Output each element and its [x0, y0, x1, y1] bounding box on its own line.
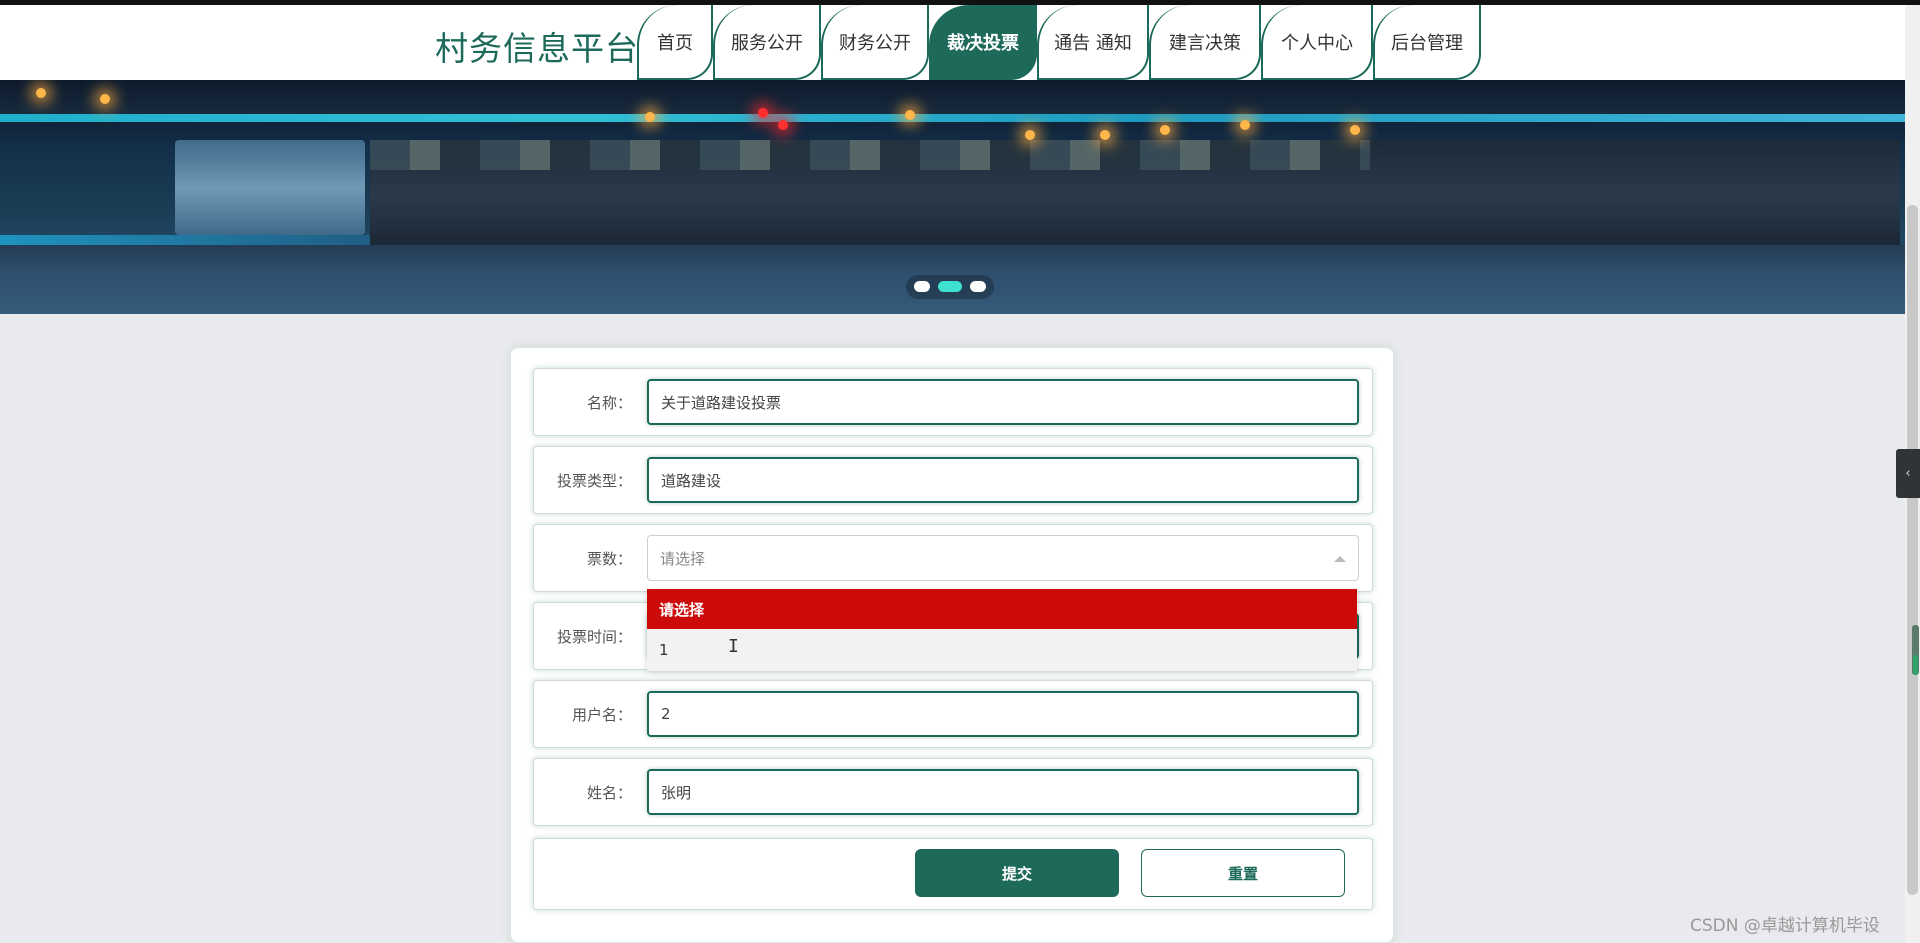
carousel-dot-3[interactable]: [970, 281, 986, 292]
vote-type-label: 投票类型：: [556, 471, 632, 490]
carousel-indicators: [906, 275, 994, 299]
caret-up-icon: [1334, 556, 1346, 562]
site-title: 村务信息平台: [435, 29, 639, 68]
vote-type-input[interactable]: 道路建设: [647, 457, 1359, 503]
votes-select-value: 请选择: [660, 549, 706, 568]
form-row-name: 名称： 关于道路建设投票: [533, 368, 1373, 436]
username-input[interactable]: 2: [647, 691, 1359, 737]
watermark: CSDN @卓越计算机毕设: [1690, 916, 1880, 936]
nav-finance-public[interactable]: 财务公开: [821, 5, 929, 80]
nav-admin[interactable]: 后台管理: [1373, 5, 1481, 80]
form-row-vote-type: 投票类型： 道路建设: [533, 446, 1373, 514]
votes-dropdown: 请选择 1: [647, 589, 1357, 671]
votes-select[interactable]: 请选择: [647, 535, 1359, 581]
realname-label: 姓名：: [586, 783, 632, 802]
form-row-username: 用户名： 2: [533, 680, 1373, 748]
nav-service-public[interactable]: 服务公开: [713, 5, 821, 80]
form-row-votes: 票数： 请选择: [533, 524, 1373, 592]
dropdown-option-1[interactable]: 1: [647, 629, 1357, 671]
carousel-dot-1[interactable]: [914, 281, 930, 292]
submit-button[interactable]: 提交: [915, 849, 1119, 897]
header: 村务信息平台 首页 服务公开 财务公开 裁决投票 通告 通知 建言决策 个人中心…: [0, 5, 1905, 80]
text-cursor-icon: I: [728, 636, 739, 657]
chevron-left-icon[interactable]: ‹: [1896, 449, 1920, 498]
vote-time-label: 投票时间：: [556, 627, 632, 646]
form-row-actions: 提交 重置: [533, 838, 1373, 910]
form-row-realname: 姓名： 张明: [533, 758, 1373, 826]
scrollbar-thumb[interactable]: [1907, 205, 1918, 895]
votes-label: 票数：: [586, 549, 632, 568]
scroll-marker-active: [1913, 655, 1918, 675]
name-input[interactable]: 关于道路建设投票: [647, 379, 1359, 425]
nav-notice[interactable]: 通告 通知: [1037, 5, 1149, 80]
name-label: 名称：: [586, 393, 632, 412]
carousel-dot-2[interactable]: [938, 281, 962, 292]
realname-input[interactable]: 张明: [647, 769, 1359, 815]
dropdown-option-placeholder[interactable]: 请选择: [647, 589, 1357, 629]
nav-home[interactable]: 首页: [637, 5, 713, 80]
reset-button[interactable]: 重置: [1141, 849, 1345, 897]
nav-personal-center[interactable]: 个人中心: [1261, 5, 1373, 80]
nav-suggestion[interactable]: 建言决策: [1149, 5, 1261, 80]
username-label: 用户名：: [571, 705, 632, 724]
bridge-pillar: [175, 140, 365, 235]
nav-vote[interactable]: 裁决投票: [929, 5, 1037, 80]
